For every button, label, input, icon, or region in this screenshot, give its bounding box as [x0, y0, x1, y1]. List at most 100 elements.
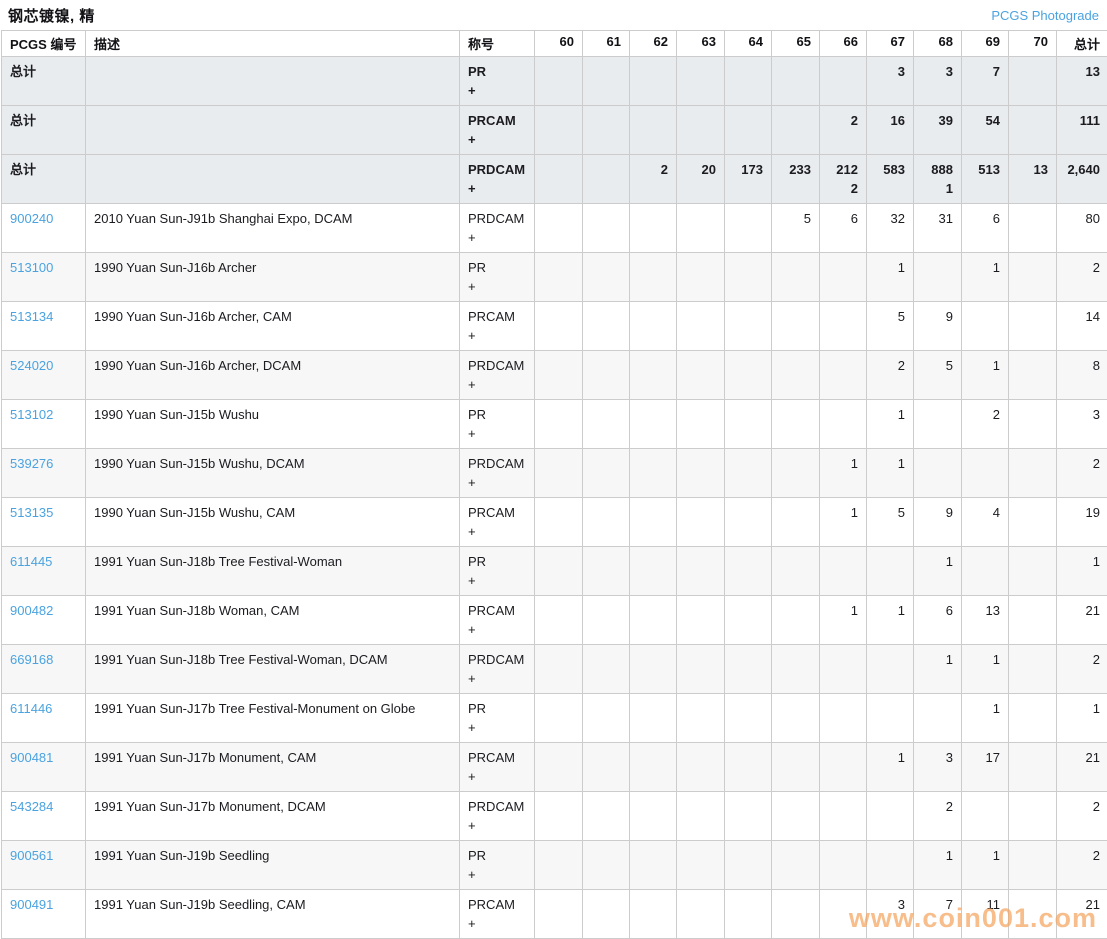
- grade-60-cell: [535, 841, 583, 890]
- grade-67-cell: [867, 694, 914, 743]
- pcgs-number-link[interactable]: 669168: [10, 652, 53, 667]
- pcgs-number-cell: 900482: [2, 596, 86, 645]
- pcgs-number-link[interactable]: 543284: [10, 799, 53, 814]
- designation-line: +: [468, 669, 526, 688]
- pcgs-number-cell: 900491: [2, 890, 86, 939]
- description-cell: 2010 Yuan Sun-J91b Shanghai Expo, DCAM: [86, 204, 460, 253]
- description-cell: 1991 Yuan Sun-J18b Woman, CAM: [86, 596, 460, 645]
- total-cell: 1: [1057, 547, 1107, 596]
- column-header-62: 62: [630, 31, 677, 57]
- grade-60-cell: [535, 645, 583, 694]
- grade-69-cell: 1: [962, 351, 1009, 400]
- description-cell: 1991 Yuan Sun-J17b Monument, DCAM: [86, 792, 460, 841]
- column-header-66: 66: [820, 31, 867, 57]
- pcgs-number-link[interactable]: 611445: [10, 554, 52, 569]
- pcgs-photograde-link[interactable]: PCGS Photograde: [991, 8, 1099, 23]
- total-row-label: 总计: [10, 162, 36, 177]
- pcgs-number-cell: 总计: [2, 155, 86, 204]
- pcgs-number-cell: 900561: [2, 841, 86, 890]
- grade-62-cell: 2: [630, 155, 677, 204]
- grade-65-cell: 233: [772, 155, 820, 204]
- pcgs-number-link[interactable]: 513135: [10, 505, 53, 520]
- grade-70-cell: [1009, 302, 1057, 351]
- grade-61-cell: [583, 645, 630, 694]
- designation-cell: PRCAM+: [460, 106, 535, 155]
- pcgs-number-link[interactable]: 513102: [10, 407, 53, 422]
- designation-line: +: [468, 179, 526, 198]
- grade-64-cell: [725, 645, 772, 694]
- grade-66-cell: [820, 890, 867, 939]
- grade-count: 2: [970, 405, 1000, 424]
- grade-70-cell: [1009, 204, 1057, 253]
- grade-count: 5: [780, 209, 811, 228]
- pcgs-number-link[interactable]: 900240: [10, 211, 53, 226]
- grade-62-cell: [630, 694, 677, 743]
- grade-70-cell: [1009, 596, 1057, 645]
- pcgs-number-link[interactable]: 513134: [10, 309, 53, 324]
- population-report-page: 钢芯镀镍, 精 PCGS Photograde PCGS 编号描述称号60616…: [0, 0, 1107, 939]
- column-header-description: 描述: [86, 31, 460, 57]
- grade-62-cell: [630, 547, 677, 596]
- pcgs-number-link[interactable]: 524020: [10, 358, 53, 373]
- grade-70-cell: 13: [1009, 155, 1057, 204]
- total-cell: 8: [1057, 351, 1107, 400]
- table-row: 5131021990 Yuan Sun-J15b WushuPR+123: [2, 400, 1107, 449]
- total-cell: 2,640: [1057, 155, 1107, 204]
- description-cell: [86, 155, 460, 204]
- pcgs-number-link[interactable]: 513100: [10, 260, 53, 275]
- designation-line: +: [468, 326, 526, 345]
- grade-67-cell: 32: [867, 204, 914, 253]
- grade-count: 2: [875, 356, 905, 375]
- pcgs-number-cell: 总计: [2, 106, 86, 155]
- pcgs-number-cell: 513102: [2, 400, 86, 449]
- grade-61-cell: [583, 57, 630, 106]
- grade-63-cell: [677, 841, 725, 890]
- grade-70-cell: [1009, 792, 1057, 841]
- column-header-61: 61: [583, 31, 630, 57]
- grade-61-cell: [583, 351, 630, 400]
- grade-64-cell: [725, 792, 772, 841]
- pcgs-number-link[interactable]: 900481: [10, 750, 53, 765]
- pcgs-number-link[interactable]: 539276: [10, 456, 53, 471]
- pcgs-number-link[interactable]: 900491: [10, 897, 53, 912]
- grade-66-cell: 1: [820, 498, 867, 547]
- grade-65-cell: [772, 841, 820, 890]
- grade-64-cell: [725, 400, 772, 449]
- designation-cell: PRDCAM+: [460, 645, 535, 694]
- grade-61-cell: [583, 792, 630, 841]
- designation-line: PR: [468, 699, 526, 718]
- table-row: 5131341990 Yuan Sun-J16b Archer, CAMPRCA…: [2, 302, 1107, 351]
- total-row: 总计PR+33713: [2, 57, 1107, 106]
- pcgs-number-link[interactable]: 900482: [10, 603, 53, 618]
- pcgs-number-link[interactable]: 900561: [10, 848, 53, 863]
- grade-62-cell: [630, 57, 677, 106]
- description-cell: 1991 Yuan Sun-J18b Tree Festival-Woman, …: [86, 645, 460, 694]
- grade-66-cell: [820, 351, 867, 400]
- grade-64-cell: [725, 547, 772, 596]
- pcgs-number-cell: 900240: [2, 204, 86, 253]
- pcgs-number-cell: 611446: [2, 694, 86, 743]
- grade-60-cell: [535, 400, 583, 449]
- grade-count: 3: [875, 895, 905, 914]
- grade-67-cell: [867, 841, 914, 890]
- pcgs-number-link[interactable]: 611446: [10, 701, 52, 716]
- grade-65-cell: [772, 547, 820, 596]
- grade-70-cell: [1009, 400, 1057, 449]
- grade-67-cell: 1: [867, 253, 914, 302]
- total-cell: 2: [1057, 449, 1107, 498]
- grade-67-cell: 1: [867, 743, 914, 792]
- designation-cell: PRDCAM+: [460, 155, 535, 204]
- grade-65-cell: [772, 449, 820, 498]
- column-header-68: 68: [914, 31, 962, 57]
- grade-62-cell: [630, 253, 677, 302]
- grade-63-cell: [677, 253, 725, 302]
- grade-70-cell: [1009, 890, 1057, 939]
- column-header-63: 63: [677, 31, 725, 57]
- grade-count: 7: [970, 62, 1000, 81]
- grade-67-cell: 1: [867, 449, 914, 498]
- grade-68-cell: 39: [914, 106, 962, 155]
- grade-count: 1: [875, 258, 905, 277]
- pcgs-number-cell: 513100: [2, 253, 86, 302]
- grade-count: 3: [922, 748, 953, 767]
- designation-line: PRCAM: [468, 748, 526, 767]
